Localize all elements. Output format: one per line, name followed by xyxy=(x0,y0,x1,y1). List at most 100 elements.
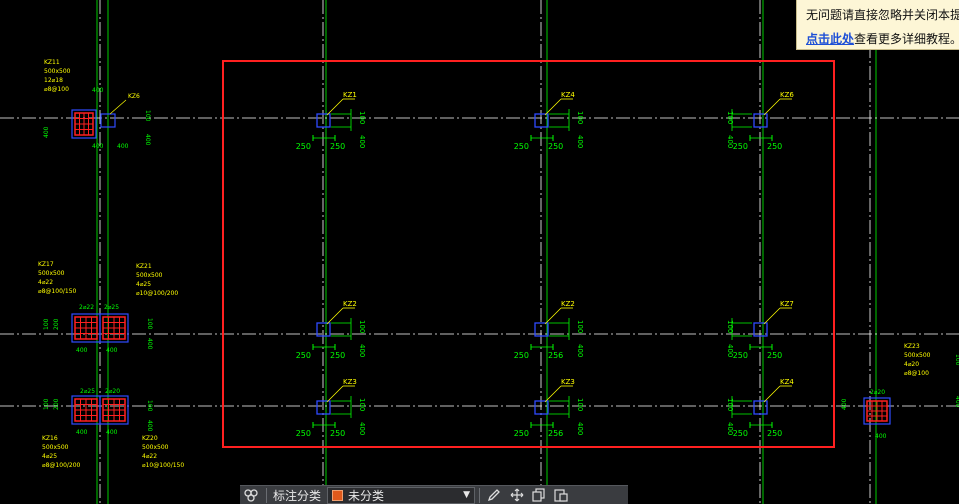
dim-text: 400 xyxy=(92,87,104,94)
column-kz17 xyxy=(71,313,101,343)
dim-text: 2⌀20 xyxy=(870,389,885,396)
hint-line1: 无问题请直接忽略并关闭本提示 xyxy=(806,8,959,22)
label-kz17: 4⌀22 xyxy=(38,279,53,286)
dim-text: 256 xyxy=(548,429,563,438)
column-group: KZ1 250 250 100 400 xyxy=(296,91,366,151)
dim-text: 200 xyxy=(53,398,60,410)
dim-text: 250 xyxy=(767,142,782,151)
tutorial-link[interactable]: 点击此处 xyxy=(806,32,854,46)
dim-text: 100 xyxy=(576,111,584,124)
column-label: KZ7 xyxy=(780,300,794,308)
dim-text: 250 xyxy=(733,429,748,438)
dim-text: 400 xyxy=(875,433,887,440)
selection-rectangle[interactable] xyxy=(222,60,835,448)
dim-text: 250 xyxy=(330,429,345,438)
label-kz21: KZ21 xyxy=(136,263,152,270)
dim-text: 400 xyxy=(76,347,88,354)
column-label: KZ2 xyxy=(343,300,357,308)
label-leader xyxy=(326,98,344,116)
column-section xyxy=(534,400,549,415)
label-kz17: 500x500 xyxy=(38,270,65,277)
column-label: KZ1 xyxy=(343,91,357,99)
dim-text: 250 xyxy=(330,142,345,151)
label-leader xyxy=(544,98,562,116)
dim-text: 400 xyxy=(576,344,584,357)
dim-text: 250 xyxy=(330,351,345,360)
column-kz23 xyxy=(863,397,891,425)
dim-text: 400 xyxy=(117,143,129,150)
annotation-toolbar: 标注分类 未分类 ▼ xyxy=(240,485,628,504)
dim-text: 250 xyxy=(514,142,529,151)
column-label: KZ4 xyxy=(780,378,794,386)
label-kz11: ⌀8@100 xyxy=(44,86,69,93)
dim-text: 100 xyxy=(144,110,151,122)
category-dropdown[interactable]: 未分类 ▼ xyxy=(327,486,476,504)
column-group: KZ3 250 250 100 400 xyxy=(296,378,366,438)
dim-text: 2⌀25 xyxy=(104,304,119,311)
dim-text: 400 xyxy=(106,429,118,436)
dim-text: 250 xyxy=(767,351,782,360)
column-group: KZ2 250 250 100 400 xyxy=(296,300,366,360)
dim-text: 100 xyxy=(43,318,50,330)
column-section xyxy=(753,113,768,128)
dim-text: 250 xyxy=(548,142,563,151)
label-kz23: 500x500 xyxy=(904,352,931,359)
label-kz16: 500x500 xyxy=(42,444,69,451)
dim-text: 400 xyxy=(106,347,118,354)
dim-text: 250 xyxy=(296,142,311,151)
label-kz16: 4⌀25 xyxy=(42,453,57,460)
toolbar-divider xyxy=(266,487,267,503)
label-kz23: ⌀8@100 xyxy=(904,370,929,377)
dim-text: 400 xyxy=(76,429,88,436)
category-color-swatch xyxy=(332,489,344,501)
dim-text: 400 xyxy=(144,134,151,146)
edit-icon[interactable] xyxy=(484,486,506,504)
column-section xyxy=(753,400,768,415)
label-leader xyxy=(763,385,781,403)
label-kz16: ⌀8@100/200 xyxy=(42,462,81,469)
paste-icon[interactable] xyxy=(550,486,572,504)
dim-text: 400 xyxy=(576,422,584,435)
dim-text: 100 xyxy=(726,320,734,333)
label-kz20: ⌀10@100/150 xyxy=(142,462,184,469)
layers-icon[interactable] xyxy=(240,486,262,504)
dim-text: 400 xyxy=(92,143,104,150)
dim-text: 100 xyxy=(726,111,734,124)
cad-drawing-canvas[interactable]: KZ1 250 250 100 400 KZ4 250 250 100 400 KZ6 250 250 1… xyxy=(0,0,959,504)
column-section xyxy=(316,400,331,415)
column-label: KZ3 xyxy=(343,378,357,386)
dim-text: 400 xyxy=(726,135,734,148)
dim-text: 400 xyxy=(146,420,153,432)
dim-text: 100 xyxy=(726,398,734,411)
dim-text: 400 xyxy=(358,422,366,435)
label-kz16: KZ16 xyxy=(42,435,58,442)
dim-text: 250 xyxy=(514,429,529,438)
grid-axes xyxy=(0,0,959,504)
copy-icon[interactable] xyxy=(528,486,550,504)
label-kz11: 12⌀18 xyxy=(44,77,63,84)
dim-text: 400 xyxy=(576,135,584,148)
hint-popup: 无问题请直接忽略并关闭本提示 点击此处查看更多详细教程。 xyxy=(796,0,959,50)
column-section xyxy=(316,113,331,128)
dim-text: 100 xyxy=(358,320,366,333)
dim-text: 100 xyxy=(358,111,366,124)
dim-text: 250 xyxy=(514,351,529,360)
dim-text: 250 xyxy=(296,429,311,438)
chevron-down-icon: ▼ xyxy=(463,490,471,500)
column-group: KZ3 250 256 100 400 xyxy=(514,378,584,438)
label-kz20: KZ20 xyxy=(142,435,158,442)
label-leader xyxy=(326,385,344,403)
label-kz11: KZ11 xyxy=(44,59,60,66)
column-kz21 xyxy=(99,313,129,343)
label-kz20: 500x500 xyxy=(142,444,169,451)
label-kz11: 500x500 xyxy=(44,68,71,75)
column-kz20 xyxy=(99,395,129,425)
label-kz21: 4⌀25 xyxy=(136,281,151,288)
dim-text: 256 xyxy=(548,351,563,360)
move-icon[interactable] xyxy=(506,486,528,504)
category-label: 标注分类 xyxy=(273,488,322,503)
label-kz23: 4⌀20 xyxy=(904,361,919,368)
label-leader xyxy=(326,307,344,325)
dim-text: 400 xyxy=(841,398,848,410)
dim-text: 250 xyxy=(733,351,748,360)
